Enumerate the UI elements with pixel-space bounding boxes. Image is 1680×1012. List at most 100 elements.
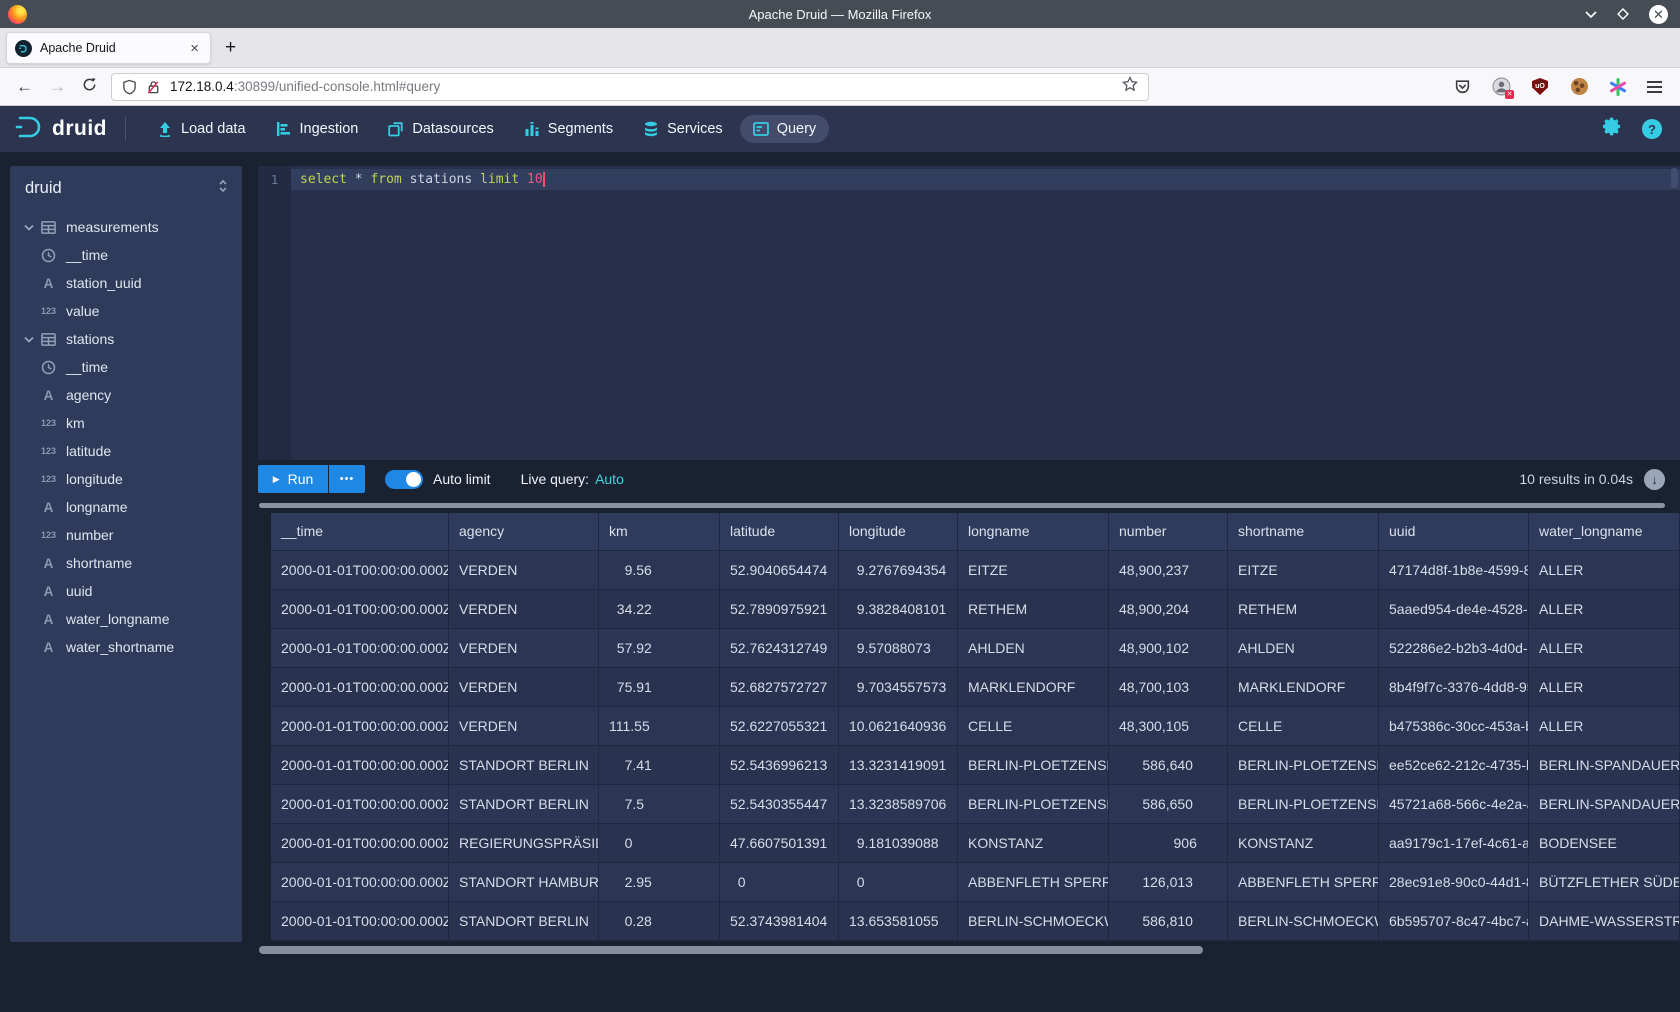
cell-__time[interactable]: 2000-01-01T00:00:00.000Z — [271, 824, 449, 863]
cell-number[interactable]: 48,900,237 — [1109, 551, 1228, 590]
cell-longname[interactable]: CELLE — [958, 707, 1109, 746]
tree-column-value[interactable]: 123value — [10, 297, 242, 325]
cell-number[interactable]: 48,300,105 — [1109, 707, 1228, 746]
tree-column-agency[interactable]: Aagency — [10, 381, 242, 409]
bookmark-star-icon[interactable] — [1122, 76, 1138, 97]
cell-longitude[interactable]: 9.57088073 — [839, 629, 958, 668]
cell-water_longname[interactable]: ALLER — [1529, 668, 1680, 707]
window-close-button[interactable]: ✕ — [1649, 5, 1668, 24]
cell-water_longname[interactable]: ALLER — [1529, 629, 1680, 668]
cell-uuid[interactable]: 45721a68-566c-4e2a-a6 — [1379, 785, 1529, 824]
cell-agency[interactable]: VERDEN — [449, 668, 599, 707]
cell-number[interactable]: 586,640 — [1109, 746, 1228, 785]
cell-longname[interactable]: BERLIN-SCHMOECKWITZ — [958, 902, 1109, 941]
tree-column-latitude[interactable]: 123latitude — [10, 437, 242, 465]
menu-icon[interactable] — [1647, 81, 1662, 93]
cell-longitude[interactable]: 9.181039088 — [839, 824, 958, 863]
url-text[interactable]: 172.18.0.4:30899/unified-console.html#qu… — [170, 79, 1122, 94]
cell-water_longname[interactable]: DAHME-WASSERSTRAS — [1529, 902, 1680, 941]
column-header-latitude[interactable]: latitude — [720, 513, 839, 551]
druid-brand[interactable]: druid — [14, 114, 107, 145]
cell-longitude[interactable]: 13.653581055 — [839, 902, 958, 941]
cell-km[interactable]: 2.95 — [599, 863, 720, 902]
cell-__time[interactable]: 2000-01-01T00:00:00.000Z — [271, 629, 449, 668]
tree-table-measurements[interactable]: measurements — [10, 213, 242, 241]
column-header-agency[interactable]: agency — [449, 513, 599, 551]
tree-column-number[interactable]: 123number — [10, 521, 242, 549]
cell-water_longname[interactable]: BODENSEE — [1529, 824, 1680, 863]
tree-column-longitude[interactable]: 123longitude — [10, 465, 242, 493]
cell-agency[interactable]: REGIERUNGSPRÄSIDIUM — [449, 824, 599, 863]
cell-agency[interactable]: VERDEN — [449, 707, 599, 746]
cell-water_longname[interactable]: BERLIN-SPANDAUER-S — [1529, 785, 1680, 824]
cell-longitude[interactable]: 0 — [839, 863, 958, 902]
cell-agency[interactable]: VERDEN — [449, 551, 599, 590]
cell-shortname[interactable]: AHLDEN — [1228, 629, 1379, 668]
tree-column-longname[interactable]: Alongname — [10, 493, 242, 521]
nav-item-segments[interactable]: Segments — [511, 115, 626, 143]
cell-longitude[interactable]: 9.2767694354 — [839, 551, 958, 590]
nav-item-ingestion[interactable]: Ingestion — [263, 115, 372, 143]
cell-uuid[interactable]: 28ec91e8-90c0-44d1-8fc — [1379, 863, 1529, 902]
run-more-button[interactable]: ••• — [329, 465, 365, 493]
cell-uuid[interactable]: 522286e2-b2b3-4d0d-9a — [1379, 629, 1529, 668]
cell-agency[interactable]: STANDORT BERLIN — [449, 902, 599, 941]
sql-editor[interactable]: 1 select * from stations limit 10 — [258, 166, 1680, 460]
tree-column-km[interactable]: 123km — [10, 409, 242, 437]
cell-shortname[interactable]: RETHEM — [1228, 590, 1379, 629]
profile-extension-icon[interactable]: ✕ — [1491, 77, 1511, 97]
cell-latitude[interactable]: 52.7624312749 — [720, 629, 839, 668]
shield-icon[interactable] — [122, 79, 137, 95]
tree-column-uuid[interactable]: Auuid — [10, 577, 242, 605]
cell-__time[interactable]: 2000-01-01T00:00:00.000Z — [271, 785, 449, 824]
cell-uuid[interactable]: aa9179c1-17ef-4c61-a48 — [1379, 824, 1529, 863]
cell-km[interactable]: 111.55 — [599, 707, 720, 746]
cell-uuid[interactable]: 5aaed954-de4e-4528-8f — [1379, 590, 1529, 629]
cell-longitude[interactable]: 9.7034557573 — [839, 668, 958, 707]
cell-longname[interactable]: RETHEM — [958, 590, 1109, 629]
ublock-icon[interactable]: uO — [1530, 77, 1550, 97]
nav-item-query[interactable]: Query — [740, 115, 830, 143]
cell-latitude[interactable]: 52.9040654474 — [720, 551, 839, 590]
insecure-lock-icon[interactable] — [146, 79, 161, 95]
cell-shortname[interactable]: MARKLENDORF — [1228, 668, 1379, 707]
cell-shortname[interactable]: BERLIN-PLOETZENSEE C — [1228, 746, 1379, 785]
horizontal-scrollbar[interactable] — [259, 946, 1665, 954]
cell-__time[interactable]: 2000-01-01T00:00:00.000Z — [271, 863, 449, 902]
cell-number[interactable]: 48,700,103 — [1109, 668, 1228, 707]
cell-longitude[interactable]: 13.3238589706 — [839, 785, 958, 824]
cell-uuid[interactable]: ee52ce62-212c-4735-b4 — [1379, 746, 1529, 785]
cell-water_longname[interactable]: BERLIN-SPANDAUER-S — [1529, 746, 1680, 785]
cell-latitude[interactable]: 52.6227055321 — [720, 707, 839, 746]
help-icon[interactable]: ? — [1642, 119, 1662, 139]
tree-column-shortname[interactable]: Ashortname — [10, 549, 242, 577]
cell-water_longname[interactable]: ALLER — [1529, 707, 1680, 746]
auto-limit-toggle[interactable] — [385, 470, 423, 489]
cell-shortname[interactable]: BERLIN-SCHMOECKWITZ — [1228, 902, 1379, 941]
cell-latitude[interactable]: 52.5430355447 — [720, 785, 839, 824]
nav-item-datasources[interactable]: Datasources — [375, 115, 506, 143]
nav-item-load-data[interactable]: Load data — [144, 115, 259, 143]
cell-latitude[interactable]: 52.3743981404 — [720, 902, 839, 941]
cell-number[interactable]: 48,900,204 — [1109, 590, 1228, 629]
cell-shortname[interactable]: BERLIN-PLOETZENSEE U — [1228, 785, 1379, 824]
cell-number[interactable]: 126,013 — [1109, 863, 1228, 902]
cell-km[interactable]: 0.28 — [599, 902, 720, 941]
cell-longitude[interactable]: 9.3828408101 — [839, 590, 958, 629]
reload-button[interactable] — [82, 77, 97, 97]
column-header-longitude[interactable]: longitude — [839, 513, 958, 551]
pane-resize-handle[interactable] — [259, 503, 1665, 508]
column-header-shortname[interactable]: shortname — [1228, 513, 1379, 551]
cell-uuid[interactable]: 8b4f9f7c-3376-4dd8-95c — [1379, 668, 1529, 707]
cell-latitude[interactable]: 52.6827572727 — [720, 668, 839, 707]
cell-latitude[interactable]: 52.5436996213 — [720, 746, 839, 785]
window-minimize-button[interactable] — [1585, 10, 1597, 18]
sql-query-text[interactable]: select * from stations limit 10 — [300, 172, 545, 187]
nav-item-services[interactable]: Services — [630, 115, 736, 143]
cell-water_longname[interactable]: BÜTZFLETHER SÜDERE — [1529, 863, 1680, 902]
cell-agency[interactable]: STANDORT HAMBURG — [449, 863, 599, 902]
cell-__time[interactable]: 2000-01-01T00:00:00.000Z — [271, 590, 449, 629]
column-header-water_longname[interactable]: water_longname — [1529, 513, 1680, 551]
cell-shortname[interactable]: KONSTANZ — [1228, 824, 1379, 863]
cell-longitude[interactable]: 13.3231419091 — [839, 746, 958, 785]
